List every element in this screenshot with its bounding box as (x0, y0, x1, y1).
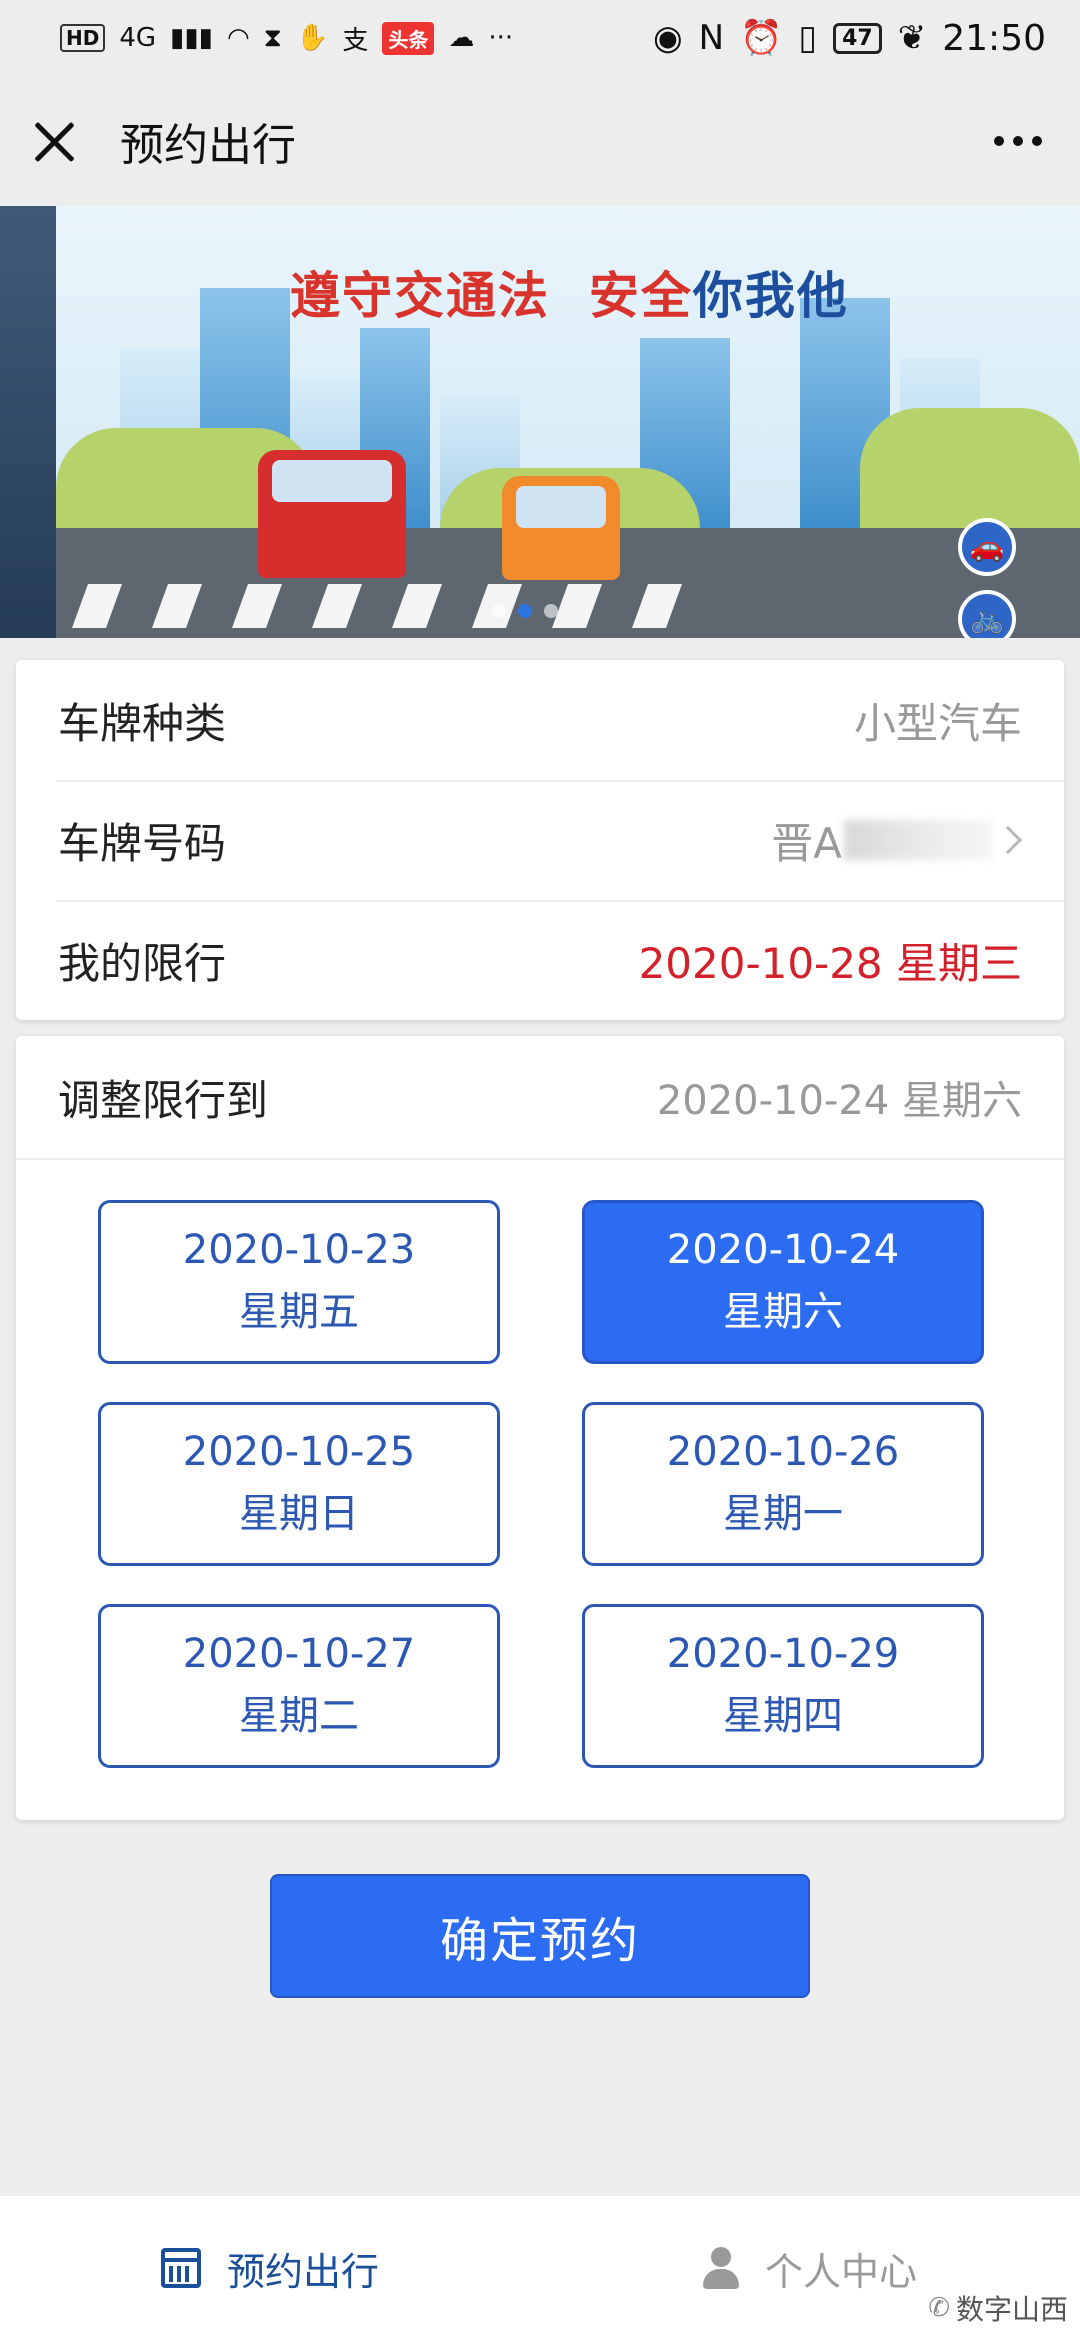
previous-slide-edge (0, 206, 56, 638)
plate-type-row[interactable]: 车牌种类 小型汽车 (16, 660, 1064, 780)
date-option-selected[interactable]: 2020-10-24 星期六 (582, 1200, 984, 1364)
date-option-weekday: 星期五 (239, 1289, 359, 1335)
toutiao-icon: 头条 (382, 21, 435, 55)
adjust-label: 调整限行到 (58, 1075, 269, 1125)
adjust-restriction-card: 调整限行到 2020-10-24 星期六 2020-10-23 星期五 2020… (16, 1036, 1064, 1820)
orange-car (502, 476, 620, 580)
restriction-row: 我的限行 2020-10-28 星期三 (16, 900, 1064, 1020)
watermark-text: 数字山西 (955, 2293, 1068, 2326)
close-icon[interactable] (30, 116, 80, 166)
carousel-indicator (492, 604, 558, 618)
status-indicators: HD 4G ▮▮▮ ◠ ⧗ ✋ 支 头条 ☁ ··· (60, 20, 513, 57)
car-sign-icon: 🚗 (958, 518, 1016, 576)
date-option-date: 2020-10-29 (666, 1631, 900, 1677)
date-option-date: 2020-10-23 (182, 1227, 416, 1273)
clock: 21:50 (942, 17, 1046, 59)
user-icon (702, 2247, 739, 2289)
status-bar: HD 4G ▮▮▮ ◠ ⧗ ✋ 支 头条 ☁ ··· ◉ N ⏰ ▯ 47 ❦ … (0, 0, 1080, 76)
leaf-icon: ❦ (897, 18, 927, 58)
vibrate-icon: ▯ (798, 18, 818, 58)
plate-number-value: 晋A (771, 810, 1023, 871)
battery-icon: 47 (833, 22, 882, 54)
banner-slogan: 遵守交通法 安全你我他 (290, 256, 849, 328)
promo-banner[interactable]: 🚗 🚲 遵守交通法 安全你我他 (0, 206, 1080, 638)
watermark: ✆ 数字山西 (928, 2288, 1068, 2328)
vehicle-info-card: 车牌种类 小型汽车 车牌号码 晋A 我的限行 2020-10-28 星期三 (16, 660, 1064, 1020)
alarm-icon: ⏰ (740, 18, 783, 58)
date-option-date: 2020-10-25 (182, 1429, 416, 1475)
confirm-reservation-button[interactable]: 确定预约 (270, 1874, 810, 1998)
restriction-label: 我的限行 (58, 938, 227, 988)
wechat-official-icon: ✆ (928, 2293, 950, 2323)
carousel-dot[interactable] (492, 604, 506, 618)
date-option[interactable]: 2020-10-29 星期四 (582, 1604, 984, 1768)
date-option-date: 2020-10-26 (666, 1429, 900, 1475)
date-option[interactable]: 2020-10-27 星期二 (98, 1604, 500, 1768)
more-notifications-icon: ··· (488, 23, 514, 53)
chevron-right-icon (993, 825, 1023, 855)
alipay-icon: 支 (342, 25, 369, 56)
date-options-grid: 2020-10-23 星期五 2020-10-24 星期六 2020-10-25… (98, 1200, 1000, 1768)
plate-number-row[interactable]: 车牌号码 晋A (16, 780, 1064, 900)
plate-type-value: 小型汽车 (853, 698, 1022, 748)
network-indicator: 4G (119, 23, 157, 53)
adjust-header: 调整限行到 2020-10-24 星期六 (16, 1036, 1064, 1160)
tab-personal-center-label: 个人中心 (764, 2249, 917, 2294)
date-option-date: 2020-10-27 (182, 1631, 416, 1677)
date-option-date: 2020-10-24 (666, 1227, 900, 1273)
wifi-icon: ◠ (226, 23, 250, 53)
calendar-icon (160, 2248, 201, 2288)
date-option[interactable]: 2020-10-25 星期日 (98, 1402, 500, 1566)
plate-number-label: 车牌号码 (58, 818, 227, 868)
date-option-weekday: 星期二 (239, 1693, 359, 1739)
plate-type-label: 车牌种类 (58, 698, 227, 748)
adjust-selected-value: 2020-10-24 星期六 (656, 1078, 1022, 1124)
status-right: ◉ N ⏰ ▯ 47 ❦ 21:50 (653, 18, 1046, 59)
restriction-value: 2020-10-28 星期三 (638, 938, 1022, 988)
app-notification-icon: ✋ (295, 23, 329, 53)
navigation-bar: 预约出行 (0, 76, 1080, 206)
tab-reservation-label: 预约出行 (226, 2249, 379, 2294)
date-option-weekday: 星期六 (723, 1289, 843, 1335)
page-title: 预约出行 (120, 120, 296, 171)
slogan-part1: 遵守交通法 (290, 267, 550, 325)
eye-icon: ◉ (652, 18, 683, 58)
plate-redacted (844, 820, 994, 860)
date-option-weekday: 星期日 (239, 1491, 359, 1537)
more-options-icon[interactable] (994, 136, 1042, 146)
red-car (258, 450, 406, 578)
hd-indicator: HD (60, 24, 106, 52)
date-option-weekday: 星期一 (723, 1491, 843, 1537)
carousel-dot-active[interactable] (518, 604, 532, 618)
date-option-weekday: 星期四 (723, 1693, 843, 1739)
slogan-part2: 安全你我他 (588, 267, 849, 325)
plate-prefix: 晋A (771, 818, 842, 868)
wechat-icon: ☁ (448, 23, 475, 53)
signal-icon: ▮▮▮ (170, 23, 213, 53)
nfc-icon: N (698, 18, 725, 58)
date-option[interactable]: 2020-10-26 星期一 (582, 1402, 984, 1566)
hourglass-icon: ⧗ (263, 22, 282, 53)
bottom-tab-bar: 预约出行 个人中心 ✆ 数字山西 (0, 2196, 1080, 2340)
date-option[interactable]: 2020-10-23 星期五 (98, 1200, 500, 1364)
carousel-dot[interactable] (544, 604, 558, 618)
tab-reservation[interactable]: 预约出行 (0, 2196, 540, 2340)
